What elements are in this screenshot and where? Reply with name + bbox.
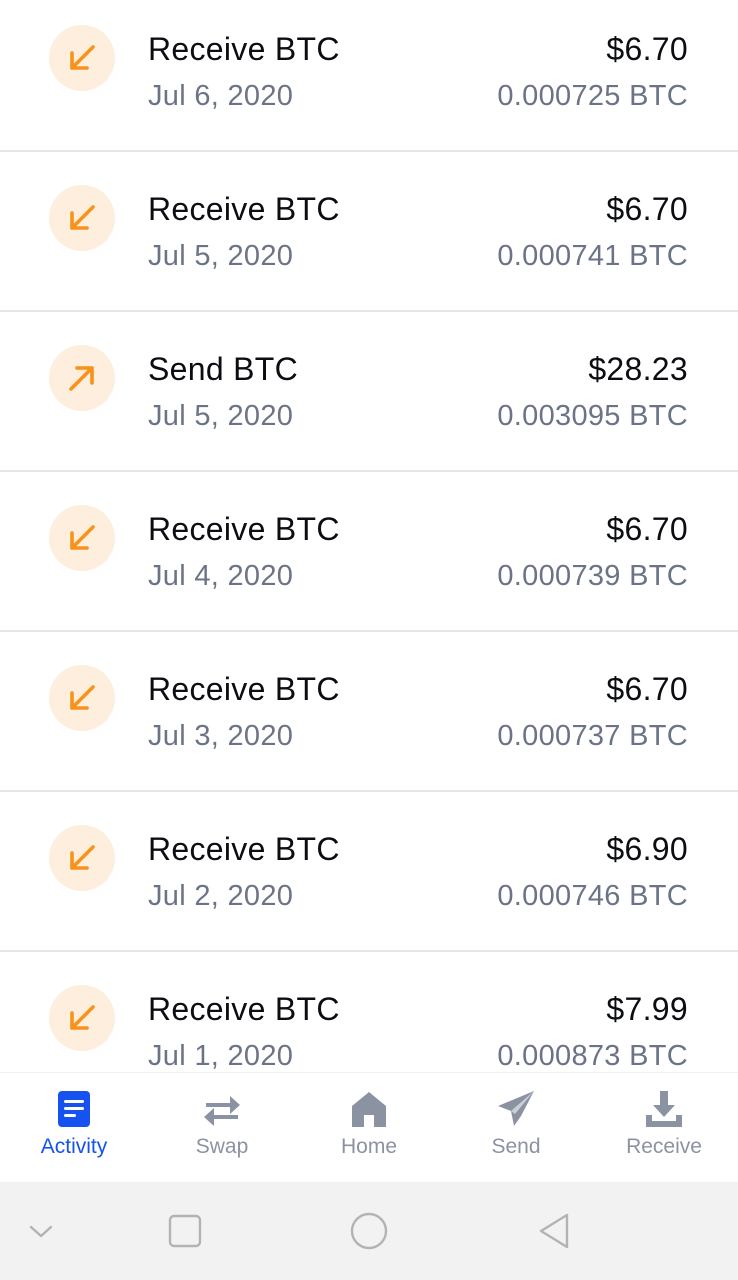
home-icon [352, 1092, 386, 1127]
tab-swap-label: Swap [195, 1135, 249, 1158]
transaction-row[interactable]: Receive BTC Jul 4, 2020 $6.70 0.000739 B… [0, 474, 738, 632]
transaction-row[interactable]: Receive BTC Jul 2, 2020 $6.90 0.000746 B… [0, 794, 738, 952]
receive-arrow-icon [49, 505, 115, 571]
transaction-title: Receive BTC [148, 511, 340, 547]
transaction-fiat-amount: $6.70 [606, 191, 688, 227]
recent-apps-icon[interactable] [163, 1209, 207, 1253]
transaction-date: Jul 5, 2020 [148, 400, 294, 432]
send-arrow-icon [49, 345, 115, 411]
home-circle-icon[interactable] [347, 1209, 391, 1253]
transaction-crypto-amount: 0.003095 BTC [497, 400, 688, 432]
transaction-crypto-amount: 0.000741 BTC [497, 240, 688, 272]
tab-send-label: Send [491, 1135, 541, 1158]
transaction-title: Receive BTC [148, 31, 340, 67]
transaction-date: Jul 1, 2020 [148, 1040, 294, 1072]
transaction-date: Jul 2, 2020 [148, 880, 294, 912]
download-icon [646, 1091, 682, 1127]
transaction-date: Jul 6, 2020 [148, 80, 294, 112]
transaction-crypto-amount: 0.000725 BTC [497, 80, 688, 112]
tab-receive-label: Receive [626, 1135, 702, 1158]
transaction-fiat-amount: $7.99 [606, 991, 688, 1027]
transaction-title: Receive BTC [148, 831, 340, 867]
receive-arrow-icon [49, 665, 115, 731]
transaction-crypto-amount: 0.000746 BTC [497, 880, 688, 912]
transaction-crypto-amount: 0.000739 BTC [497, 560, 688, 592]
tab-send[interactable]: Send [442, 1073, 590, 1183]
transaction-list: Receive BTC Jul 6, 2020 $6.70 0.000725 B… [0, 0, 738, 1072]
transaction-fiat-amount: $6.70 [606, 511, 688, 547]
bottom-tab-bar: Activity Swap Home Send Receive [0, 1072, 738, 1182]
transaction-title: Receive BTC [148, 991, 340, 1027]
transaction-crypto-amount: 0.000873 BTC [497, 1040, 688, 1072]
transaction-row[interactable]: Receive BTC Jul 3, 2020 $6.70 0.000737 B… [0, 634, 738, 792]
transaction-row[interactable]: Receive BTC Jul 6, 2020 $6.70 0.000725 B… [0, 0, 738, 152]
receive-arrow-icon [49, 825, 115, 891]
tab-receive[interactable]: Receive [590, 1073, 738, 1183]
transaction-row[interactable]: Send BTC Jul 5, 2020 $28.23 0.003095 BTC [0, 314, 738, 472]
swap-arrows-icon [204, 1096, 240, 1126]
transaction-row[interactable]: Receive BTC Jul 1, 2020 $7.99 0.000873 B… [0, 954, 738, 1072]
document-list-icon [58, 1091, 90, 1127]
receive-arrow-icon [49, 185, 115, 251]
transaction-row[interactable]: Receive BTC Jul 5, 2020 $6.70 0.000741 B… [0, 154, 738, 312]
receive-arrow-icon [49, 25, 115, 91]
transaction-date: Jul 3, 2020 [148, 720, 294, 752]
transaction-title: Receive BTC [148, 671, 340, 707]
transaction-fiat-amount: $6.70 [606, 31, 688, 67]
system-navigation-bar [0, 1182, 738, 1280]
tab-swap[interactable]: Swap [148, 1073, 296, 1183]
back-triangle-icon[interactable] [532, 1209, 576, 1253]
tab-home[interactable]: Home [295, 1073, 443, 1183]
transaction-crypto-amount: 0.000737 BTC [497, 720, 688, 752]
transaction-fiat-amount: $6.90 [606, 831, 688, 867]
paper-plane-icon [498, 1091, 534, 1126]
transaction-date: Jul 4, 2020 [148, 560, 294, 592]
transaction-title: Receive BTC [148, 191, 340, 227]
transaction-date: Jul 5, 2020 [148, 240, 294, 272]
chevron-down-icon[interactable] [19, 1209, 63, 1253]
tab-activity-label: Activity [40, 1135, 108, 1158]
transaction-fiat-amount: $28.23 [588, 351, 688, 387]
transaction-title: Send BTC [148, 351, 299, 387]
transaction-fiat-amount: $6.70 [606, 671, 688, 707]
receive-arrow-icon [49, 985, 115, 1051]
tab-activity[interactable]: Activity [0, 1073, 148, 1183]
tab-home-label: Home [340, 1135, 398, 1158]
